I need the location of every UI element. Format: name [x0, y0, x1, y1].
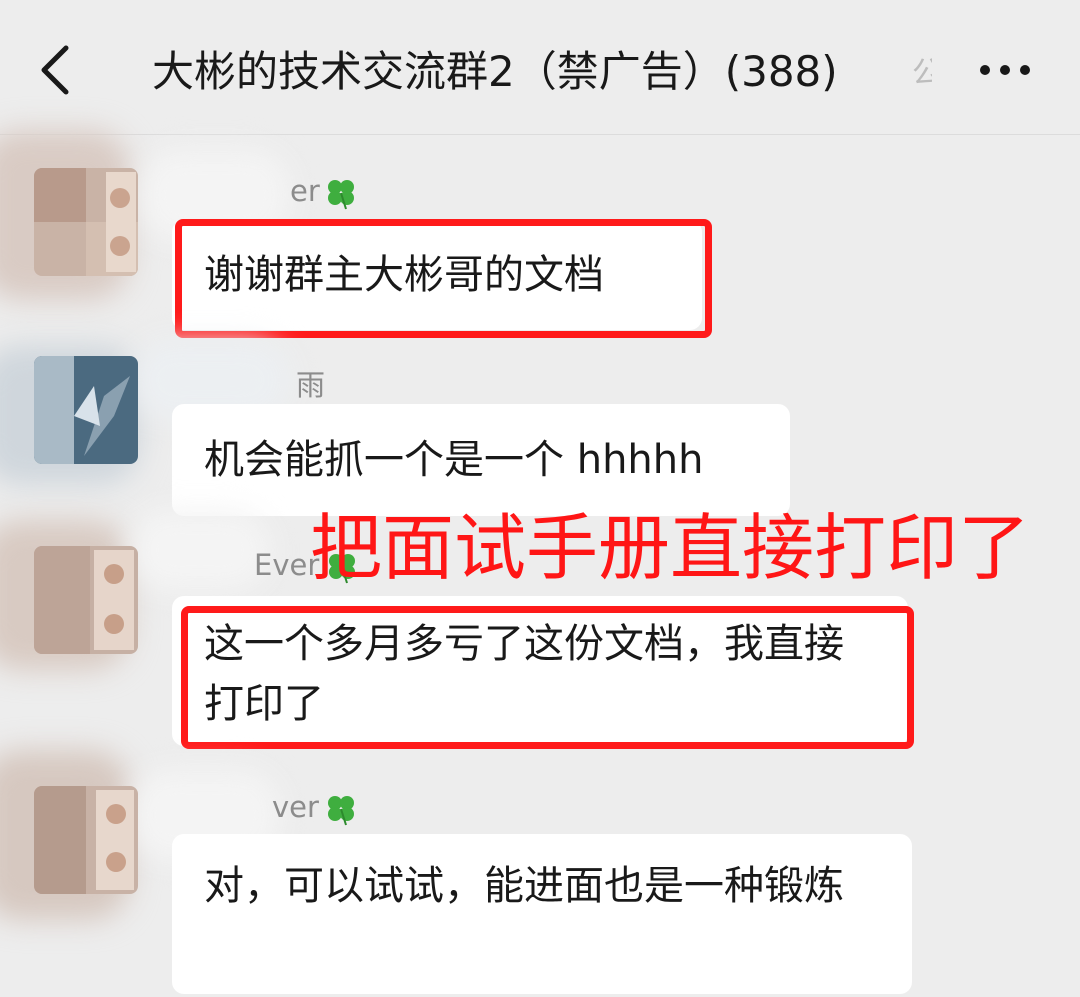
ellipsis-horizontal-icon: [980, 65, 1030, 75]
title-overflow-char: 公: [912, 56, 932, 91]
clover-icon: [328, 796, 354, 826]
pixelated-mosaic: [130, 510, 270, 590]
highlight-box: [175, 219, 712, 338]
highlight-box: [181, 606, 914, 749]
avatar[interactable]: [34, 546, 138, 654]
avatar[interactable]: [34, 786, 138, 894]
message-text: 机会能抓一个是一个 hhhhh: [204, 437, 704, 483]
message-text: 对，可以试试，能进面也是一种锻炼: [204, 863, 844, 909]
sender-nickname: er: [290, 174, 320, 208]
group-title: 大彬的技术交流群2（禁广告）(388): [152, 47, 838, 96]
avatar[interactable]: [34, 168, 138, 276]
sender-nickname: 雨: [296, 368, 326, 402]
sender-nickname: ver: [272, 790, 319, 824]
annotation-overlay-text: 把面试手册直接打印了: [310, 506, 1031, 590]
chevron-left-icon: [41, 45, 69, 95]
more-button[interactable]: [975, 52, 1035, 88]
chat-header: 大彬的技术交流群2（禁广告）(388) 公: [0, 0, 1080, 135]
message-bubble[interactable]: 对，可以试试，能进面也是一种锻炼: [172, 834, 912, 994]
clover-icon: [328, 180, 354, 210]
back-button[interactable]: [30, 38, 80, 102]
avatar[interactable]: [34, 356, 138, 464]
